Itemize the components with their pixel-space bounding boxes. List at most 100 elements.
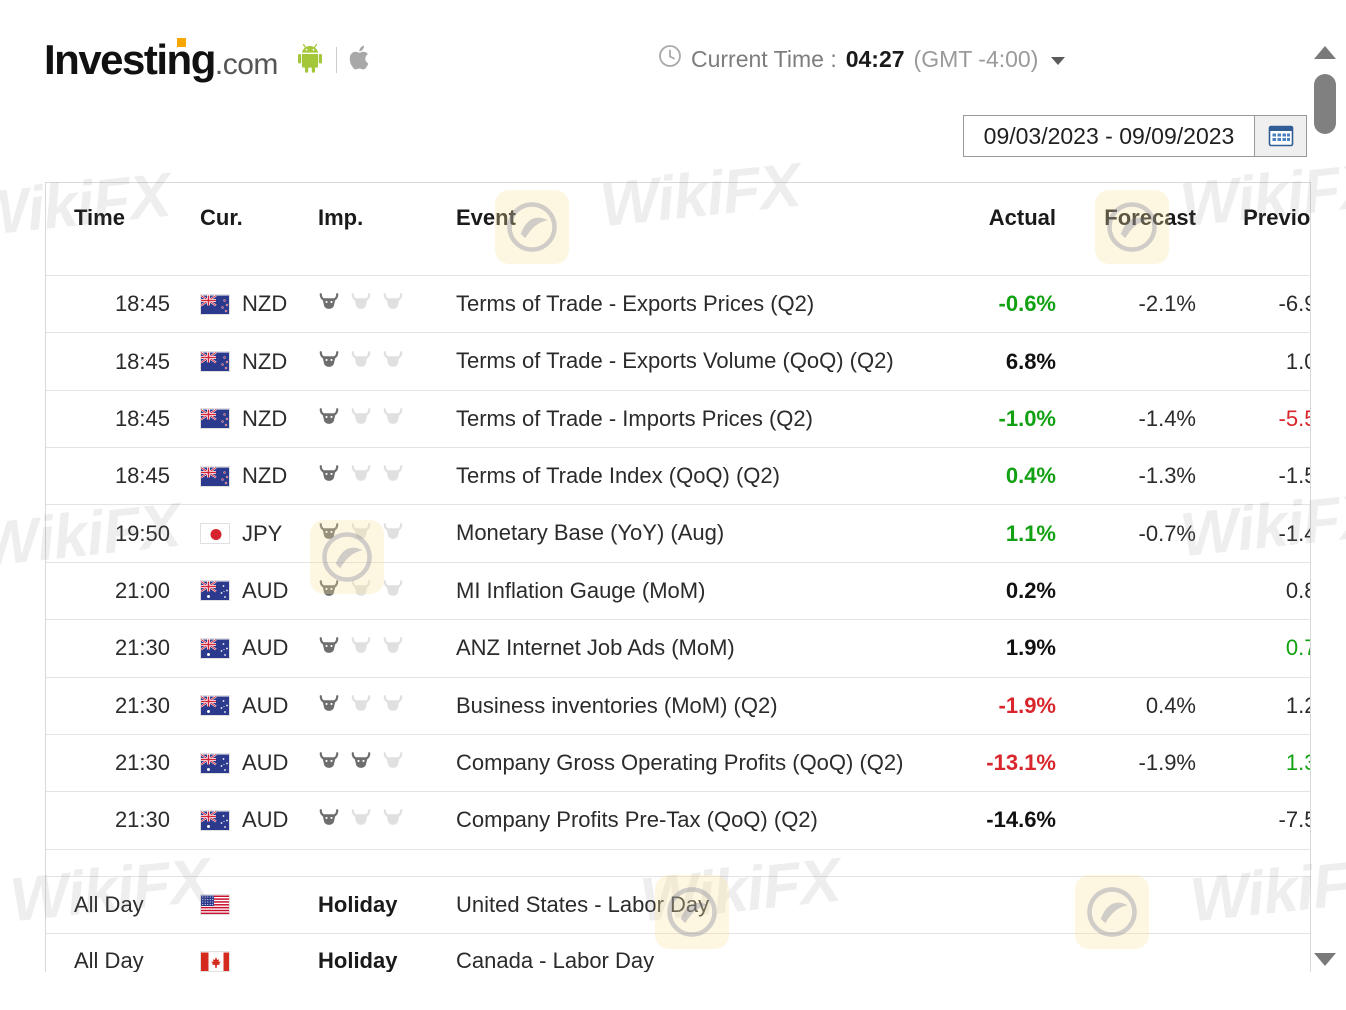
- table-row[interactable]: 18:45 NZD Terms of Trade - Imports Prices …: [46, 389, 1310, 448]
- logo-orange-dot: [177, 38, 186, 47]
- holiday-row[interactable]: All Day Holiday United States - Labor Day: [46, 875, 1310, 934]
- table-row[interactable]: 21:30 AUD ANZ Internet Job Ads (MoM) 1.9% 0.…: [46, 619, 1310, 678]
- cell-currency: NZD: [192, 274, 318, 333]
- cell-forecast: [1068, 875, 1206, 934]
- table-row[interactable]: 21:30 AUD Company Gross Operating Profits …: [46, 733, 1310, 792]
- cell-time: 21:30: [46, 676, 192, 735]
- column-header-event[interactable]: Event: [448, 183, 926, 276]
- cell-event[interactable]: Business inventories (MoM) (Q2): [448, 676, 926, 735]
- store-divider: [335, 47, 337, 73]
- cell-forecast: [1068, 332, 1206, 391]
- bull-icon: [350, 750, 372, 776]
- economic-calendar-table-container: Time Cur. Imp. Event Actual Forecast Pre…: [45, 182, 1311, 972]
- table-row[interactable]: 18:45 NZD Terms of Trade - Exports Prices …: [46, 274, 1310, 333]
- cell-event[interactable]: MI Inflation Gauge (MoM): [448, 561, 926, 620]
- scrollbar-thumb[interactable]: [1314, 74, 1336, 134]
- calendar-icon[interactable]: [1254, 116, 1306, 156]
- cell-previous: 0.8%: [1206, 561, 1310, 620]
- cell-forecast: -1.3%: [1068, 447, 1206, 505]
- importance-rating[interactable]: [318, 578, 448, 604]
- cell-event[interactable]: Company Gross Operating Profits (QoQ) (Q…: [448, 733, 926, 792]
- cell-event[interactable]: Monetary Base (YoY) (Aug): [448, 504, 926, 563]
- importance-rating[interactable]: [318, 291, 448, 317]
- date-range-value[interactable]: 09/03/2023 - 09/09/2023: [964, 116, 1254, 156]
- cell-time: 18:45: [46, 447, 192, 505]
- cell-time: All Day: [46, 875, 192, 934]
- table-row[interactable]: 19:50 JPY Monetary Base (YoY) (Aug) 1.1% -0.…: [46, 504, 1310, 563]
- table-row[interactable]: 18:45 NZD Terms of Trade Index (QoQ) (Q2) 0…: [46, 447, 1310, 505]
- importance-rating[interactable]: [318, 406, 448, 432]
- cell-previous: 0.7%: [1206, 619, 1310, 678]
- importance-rating[interactable]: [318, 807, 448, 833]
- vertical-scrollbar[interactable]: [1312, 36, 1338, 966]
- bull-icon: [318, 807, 340, 833]
- column-header-importance[interactable]: Imp.: [318, 183, 448, 276]
- holiday-row[interactable]: All Day Holiday Canada - Labor Day: [46, 932, 1310, 972]
- cell-actual: -1.0%: [926, 389, 1068, 448]
- cell-currency: [192, 875, 318, 934]
- importance-rating[interactable]: [318, 349, 448, 375]
- cell-actual: -13.1%: [926, 733, 1068, 792]
- economic-calendar-table: Time Cur. Imp. Event Actual Forecast Pre…: [46, 183, 1310, 972]
- apple-icon[interactable]: [349, 43, 373, 78]
- cell-currency: NZD: [192, 447, 318, 505]
- cell-event[interactable]: Canada - Labor Day: [448, 932, 926, 972]
- cell-currency: NZD: [192, 389, 318, 448]
- column-header-currency[interactable]: Cur.: [192, 183, 318, 276]
- bull-icon: [382, 521, 404, 547]
- chevron-down-icon[interactable]: [1051, 57, 1066, 65]
- importance-rating[interactable]: [318, 635, 448, 661]
- ca-flag: [200, 950, 230, 972]
- cell-actual: [926, 932, 1068, 972]
- cell-event[interactable]: United States - Labor Day: [448, 875, 926, 934]
- store-icons: [296, 43, 373, 78]
- cell-importance: [318, 389, 448, 448]
- importance-rating[interactable]: [318, 750, 448, 776]
- current-time-display[interactable]: Current Time : 04:27 (GMT -4:00): [658, 44, 1066, 74]
- table-row[interactable]: 21:00 AUD MI Inflation Gauge (MoM)0.2% 0.8%: [46, 561, 1310, 620]
- cell-importance: [318, 332, 448, 391]
- currency-code: NZD: [242, 405, 288, 431]
- cell-event[interactable]: Company Profits Pre-Tax (QoQ) (Q2): [448, 791, 926, 850]
- au-flag: [200, 809, 230, 831]
- cell-event[interactable]: Terms of Trade - Exports Prices (Q2): [448, 274, 926, 333]
- table-row[interactable]: 21:30 AUD Company Profits Pre-Tax (QoQ) (Q…: [46, 791, 1310, 850]
- date-range-picker[interactable]: 09/03/2023 - 09/09/2023: [963, 115, 1307, 157]
- scroll-up-arrow-icon[interactable]: [1314, 46, 1336, 59]
- top-bar: Investing.com Current Time: 04:27 (GMT …: [0, 0, 1346, 157]
- importance-rating[interactable]: [318, 693, 448, 719]
- cell-forecast: -1.9%: [1068, 733, 1206, 792]
- column-header-previous[interactable]: Previous: [1206, 183, 1310, 276]
- scroll-down-arrow-icon[interactable]: [1314, 953, 1336, 966]
- bull-icon: [318, 463, 340, 489]
- android-icon[interactable]: [296, 43, 324, 78]
- cell-event[interactable]: Terms of Trade Index (QoQ) (Q2): [448, 447, 926, 505]
- logo-suffix: .com: [214, 48, 279, 81]
- cell-actual: -14.6%: [926, 791, 1068, 850]
- table-row[interactable]: 18:45 NZD Terms of Trade - Exports Volume …: [46, 332, 1310, 391]
- cell-forecast: -2.1%: [1068, 274, 1206, 333]
- cell-currency: AUD: [192, 791, 318, 850]
- cell-event[interactable]: Terms of Trade - Imports Prices (Q2): [448, 389, 926, 448]
- site-logo[interactable]: Investing.com: [44, 36, 373, 84]
- cell-importance: [318, 274, 448, 333]
- importance-rating[interactable]: [318, 521, 448, 547]
- bull-icon: [382, 406, 404, 432]
- cell-time: 19:50: [46, 504, 192, 563]
- cell-event[interactable]: ANZ Internet Job Ads (MoM): [448, 619, 926, 678]
- bull-icon: [350, 349, 372, 375]
- cell-forecast: [1068, 619, 1206, 678]
- cell-forecast: [1068, 561, 1206, 620]
- bull-icon: [318, 578, 340, 604]
- currency-code: NZD: [242, 291, 288, 317]
- cell-event[interactable]: Terms of Trade - Exports Volume (QoQ) (Q…: [448, 332, 926, 391]
- column-header-time[interactable]: Time: [46, 183, 192, 276]
- column-header-forecast[interactable]: Forecast: [1068, 183, 1206, 276]
- table-row[interactable]: 21:30 AUD Business inventories (MoM) (Q2) -…: [46, 676, 1310, 735]
- au-flag: [200, 637, 230, 659]
- cell-time: 21:30: [46, 733, 192, 792]
- column-header-actual[interactable]: Actual: [926, 183, 1068, 276]
- importance-rating[interactable]: [318, 463, 448, 489]
- currency-code: AUD: [242, 577, 289, 603]
- cell-importance: [318, 504, 448, 563]
